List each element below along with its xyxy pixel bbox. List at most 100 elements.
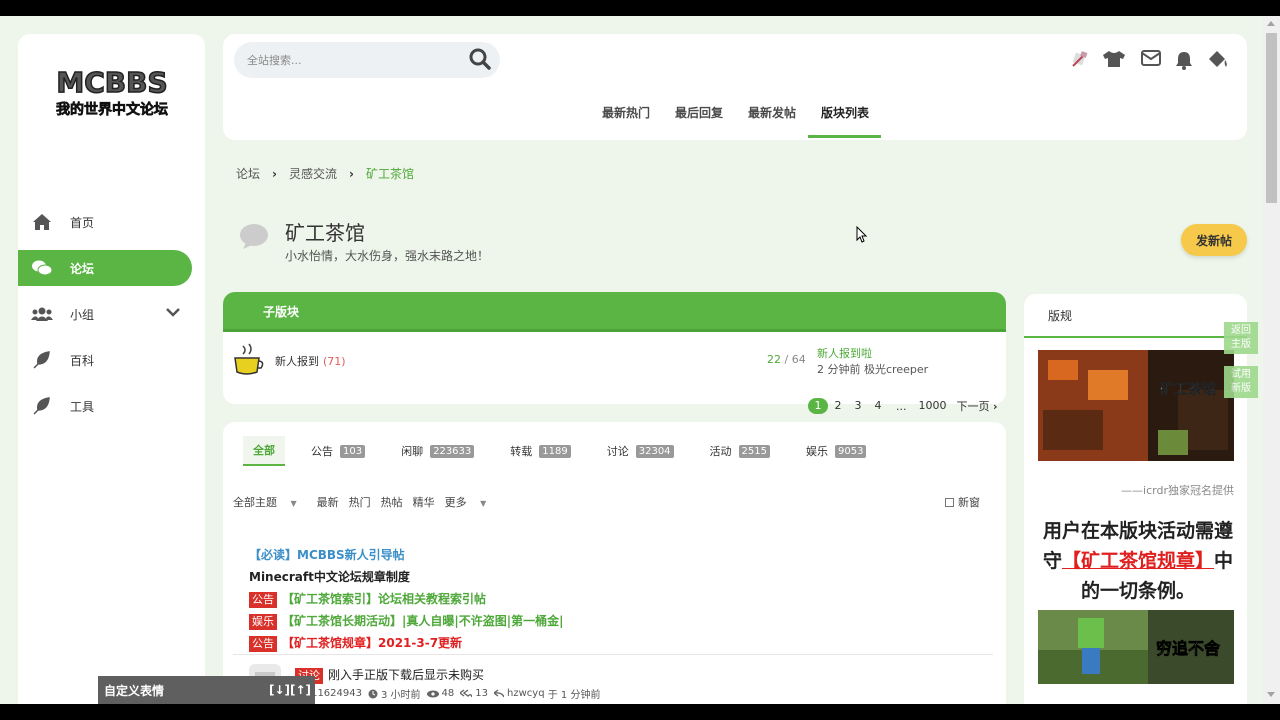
pursuit-banner-image[interactable]: 穷追不舍	[1038, 610, 1234, 684]
sidebar-item-tools[interactable]: 工具	[18, 388, 192, 424]
tab-latest-post[interactable]: 最新发帖	[748, 104, 796, 121]
banner-title: 矿工茶馆	[1160, 381, 1216, 398]
type-tab-count: 223633	[430, 444, 475, 458]
logo-line1: MCBBS	[56, 66, 167, 99]
filter-latest[interactable]: 最新	[317, 494, 339, 510]
search-input[interactable]	[234, 42, 500, 78]
type-tab-repost[interactable]: 转载 1189	[500, 437, 580, 465]
subforum-name[interactable]: 新人报到 (71)	[275, 353, 346, 369]
subforum-stat-sep: /	[781, 353, 792, 366]
subforum-header: 子版块	[223, 292, 1006, 332]
new-post-button[interactable]: 发新帖	[1181, 224, 1247, 256]
mail-icon[interactable]	[1141, 50, 1163, 70]
rules-header: 版规	[1024, 294, 1247, 338]
sidebar-item-wiki[interactable]: 百科	[18, 342, 192, 378]
sticky-thread-title[interactable]: 【矿工茶馆长期活动】|真人自曝|不许盗图|第一桶金|	[282, 614, 564, 628]
return-main-button[interactable]: 返回 主版	[1224, 322, 1258, 354]
type-tab-count: 9053	[835, 444, 867, 458]
page-4[interactable]: 4	[868, 398, 888, 414]
emoji-bar-label: 自定义表情	[104, 683, 165, 698]
page-1[interactable]: 1	[808, 398, 828, 414]
type-tab-count: 2515	[738, 444, 770, 458]
sticky-thread-title[interactable]: 【矿工茶馆索引】论坛相关教程索引帖	[282, 592, 486, 606]
chevron-right-icon: ›	[348, 166, 354, 181]
sticky-thread[interactable]: 【必读】MCBBS新人引导帖	[249, 546, 405, 563]
page-2[interactable]: 2	[828, 398, 848, 414]
checkbox[interactable]	[945, 497, 954, 507]
divider	[233, 654, 993, 655]
type-tab-announce[interactable]: 公告 103	[301, 437, 375, 465]
scroll-thumb[interactable]	[1266, 33, 1277, 203]
thread-tag[interactable]: 公告	[249, 592, 277, 608]
subforum-name-text[interactable]: 新人报到	[275, 355, 319, 368]
sticky-thread[interactable]: 公告 【矿工茶馆索引】论坛相关教程索引帖	[249, 590, 486, 608]
chevron-down-icon[interactable]	[166, 306, 180, 320]
new-window-toggle[interactable]: 新窗	[945, 494, 980, 510]
sidebar-item-home[interactable]: 首页	[18, 204, 192, 240]
scrollbar[interactable]	[1263, 16, 1280, 704]
sticky-thread[interactable]: Minecraft中文论坛规章制度	[249, 568, 410, 585]
type-tab-fun[interactable]: 娱乐 9053	[796, 437, 876, 465]
sidebar-item-label: 工具	[70, 399, 95, 414]
try-new-version-button[interactable]: 试用 新版	[1224, 366, 1258, 398]
thread-tag[interactable]: 公告	[249, 636, 277, 652]
scroll-up-arrow-icon[interactable]	[1267, 21, 1275, 26]
type-tab-label: 娱乐	[806, 445, 828, 458]
type-tab-label: 公告	[311, 445, 333, 458]
teacup-icon	[234, 343, 264, 375]
thread-last-user[interactable]: hzwcyq	[507, 688, 545, 699]
tab-latest-hot[interactable]: 最新热门	[602, 104, 650, 121]
subforum-last-post[interactable]: 新人报到啦	[817, 345, 872, 361]
caret-down-icon: ▼	[290, 499, 297, 508]
tab-last-reply[interactable]: 最后回复	[675, 104, 723, 121]
type-tab-chat[interactable]: 闲聊 223633	[391, 437, 484, 465]
paint-bucket-icon[interactable]	[1206, 50, 1228, 70]
breadcrumb-forum[interactable]: 论坛	[236, 165, 260, 182]
type-tab-event[interactable]: 活动 2515	[700, 437, 780, 465]
type-tab-all[interactable]: 全部	[243, 436, 285, 466]
reply-all-icon	[460, 689, 473, 698]
filter-all-topics[interactable]: 全部主题 ▼	[233, 494, 307, 510]
breadcrumb-current[interactable]: 矿工茶馆	[366, 165, 414, 182]
breadcrumb-inspiration[interactable]: 灵感交流	[289, 165, 337, 182]
teahouse-banner-image[interactable]: 矿工茶馆	[1038, 350, 1234, 461]
float-line: 返回	[1231, 325, 1251, 336]
clock-icon	[368, 689, 378, 698]
page-3[interactable]: 3	[848, 398, 868, 414]
mcbbs-logo[interactable]: MCBBS 我的世界中文论坛	[48, 62, 176, 122]
page-ellipsis: ...	[896, 399, 907, 413]
bell-icon[interactable]	[1175, 50, 1197, 70]
filter-hot-posts[interactable]: 热帖	[381, 494, 403, 510]
sidebar-item-groups[interactable]: 小组	[18, 296, 192, 332]
sticky-thread[interactable]: 公告 【矿工茶馆规章】2021-3-7更新	[249, 634, 462, 652]
shirt-icon[interactable]	[1102, 50, 1125, 70]
rules-credit: ——icrdr独家冠名提供	[1121, 484, 1234, 497]
thread-last-reply: hzwcyq 于 1 分钟前	[494, 686, 600, 701]
search-icon[interactable]	[468, 47, 494, 73]
thread-title[interactable]: 刚入手正版下载后显示未购买	[328, 668, 484, 682]
sticky-thread[interactable]: 娱乐 【矿工茶馆长期活动】|真人自曝|不许盗图|第一桶金|	[249, 612, 564, 630]
float-line: 主版	[1231, 339, 1251, 350]
filter-more[interactable]: 更多 ▼	[445, 494, 497, 510]
emoji-bar-arrows[interactable]: [↓][↑]	[269, 683, 311, 697]
thread-views: 48	[426, 688, 454, 699]
group-icon	[31, 303, 53, 325]
sticky-thread-title[interactable]: 【矿工茶馆规章】2021-3-7更新	[282, 636, 462, 650]
tab-forum-list[interactable]: 版块列表	[821, 104, 869, 121]
scroll-down-arrow-icon[interactable]	[1267, 692, 1275, 697]
thread-row[interactable]: 讨论刚入手正版下载后显示未购买	[295, 666, 484, 684]
type-tab-discuss[interactable]: 讨论 32304	[597, 437, 684, 465]
subforum-card: 子版块 新人报到 (71) 22 / 64 新人报到啦 2 分钟前 极光creep…	[223, 292, 1006, 404]
thread-type-tabs: 全部 公告 103 闲聊 223633 转载 1189 讨论 32304 活动 2515 …	[243, 436, 892, 466]
filter-hot[interactable]: 热门	[349, 494, 371, 510]
sidebar-item-forum[interactable]: 论坛	[18, 250, 192, 286]
bottom-black-bar	[0, 704, 1280, 720]
rules-link[interactable]: 【矿工茶馆规章】	[1062, 550, 1214, 572]
page-last[interactable]: 1000	[919, 398, 947, 414]
thread-tag[interactable]: 娱乐	[249, 614, 277, 630]
custom-emoji-bar[interactable]: 自定义表情 [↓][↑]	[98, 676, 315, 704]
pickaxe-icon[interactable]	[1070, 50, 1092, 70]
filter-digest[interactable]: 精华	[413, 494, 435, 510]
next-page-button[interactable]: 下一页 ›	[957, 398, 998, 414]
type-tab-count: 1189	[539, 444, 571, 458]
